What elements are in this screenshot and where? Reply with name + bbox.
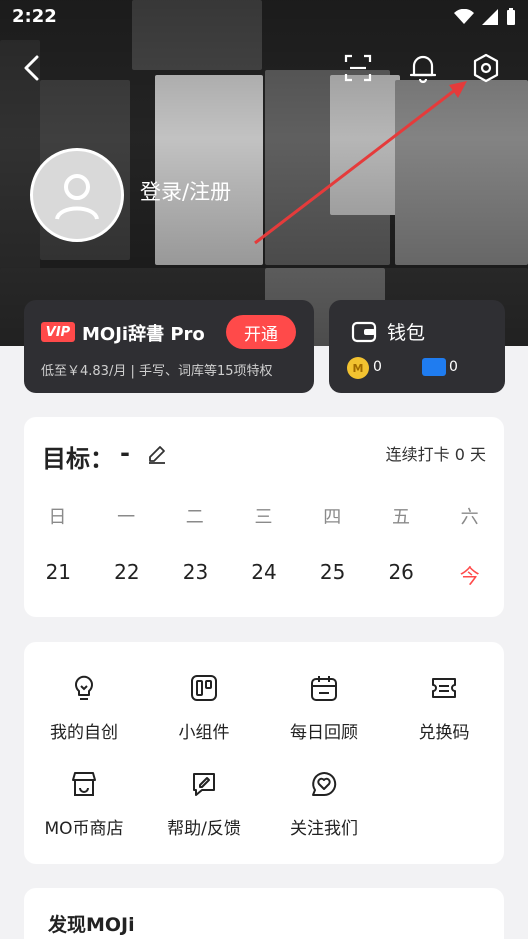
weekday-label: 六 [460,507,479,528]
date-cell-today[interactable]: 今 [435,560,504,589]
feature-label: 每日回顾 [290,723,358,743]
weekday-label: 一 [117,507,136,528]
goal-title: 目标： [42,445,114,473]
wallet-title: 钱包 [387,322,426,344]
date-cell[interactable]: 24 [230,560,299,589]
date-cell[interactable]: 25 [298,560,367,589]
widget-icon [191,675,217,701]
edit-goal-icon[interactable] [146,443,168,465]
date-cell[interactable]: 23 [161,560,230,589]
settings-button[interactable] [466,48,506,88]
battery-icon [507,8,515,25]
back-arrow-icon [24,55,39,81]
login-register-link[interactable]: 登录/注册 [140,176,231,206]
bell-icon [410,55,436,83]
check-in-streak: 连续打卡 0 天 [385,445,486,464]
ticket-icon [422,358,446,376]
scan-button[interactable] [338,48,378,88]
discover-title: 发现MOJi [48,914,135,936]
feature-label: MO币商店 [44,819,124,839]
heart-chat-icon [312,772,337,797]
weekday-row: 日 一 二 三 四 五 六 [24,503,504,529]
mo-coin-icon: M [347,357,369,379]
date-row: 21 22 23 24 25 26 今 [24,560,504,589]
ticket-count: 0 [449,359,458,375]
avatar[interactable] [30,148,124,242]
wallet-card[interactable]: 钱包 M 0 0 [329,300,505,393]
feature-my-creations[interactable]: 我的自创 [24,674,144,743]
vip-card[interactable]: VIP MOJi辞書 Pro 开通 低至￥4.83/月 | 手写、词库等15项特… [24,300,314,393]
feature-label: 帮助/反馈 [167,819,241,839]
signal-icon [482,9,498,25]
status-bar: 2:22 [0,0,528,36]
goal-value: - [120,439,130,467]
feedback-icon [193,773,215,796]
feature-label: 小组件 [178,723,230,743]
weekday-label: 三 [254,507,273,528]
back-button[interactable] [12,48,52,88]
feature-label: 关注我们 [290,819,358,839]
feature-label: 兑换码 [418,723,470,743]
feature-widgets[interactable]: 小组件 [144,674,264,743]
discover-card: 发现MOJi [24,888,504,939]
wallet-icon [351,321,377,343]
date-cell[interactable]: 21 [24,560,93,589]
goal-card: 目标： - 连续打卡 0 天 日 一 二 三 四 五 六 21 22 23 24… [24,417,504,617]
weekday-label: 二 [185,507,204,528]
feature-label: 我的自创 [50,723,118,743]
settings-hexagon-icon [473,53,499,83]
wifi-icon [454,9,474,24]
ticket-icon [432,678,456,698]
scan-icon [344,54,372,82]
weekday-label: 五 [391,507,410,528]
features-card: 我的自创 小组件 每日回顾 兑换码 MO币商店 帮助/反馈 关注我们 [24,642,504,864]
feature-daily-review[interactable]: 每日回顾 [264,674,384,743]
vip-subtitle: 低至￥4.83/月 | 手写、词库等15项特权 [41,364,273,379]
notifications-button[interactable] [403,48,443,88]
vip-badge: VIP [41,322,75,342]
feature-follow-us[interactable]: 关注我们 [264,770,384,839]
status-time: 2:22 [12,6,57,27]
date-cell[interactable]: 22 [93,560,162,589]
weekday-label: 四 [323,507,342,528]
weekday-label: 日 [48,507,67,528]
status-icons [454,8,516,26]
lightbulb-icon [75,675,93,700]
vip-title: MOJi辞書 Pro [82,324,205,345]
feature-mo-coin-shop[interactable]: MO币商店 [24,770,144,839]
calendar-icon [311,676,337,701]
shop-icon [72,772,96,796]
date-cell[interactable]: 26 [367,560,436,589]
activate-vip-button[interactable]: 开通 [226,315,296,349]
default-user-icon [55,174,99,220]
feature-redeem-code[interactable]: 兑换码 [384,674,504,743]
coin-count: 0 [373,359,382,375]
feature-help-feedback[interactable]: 帮助/反馈 [144,770,264,839]
